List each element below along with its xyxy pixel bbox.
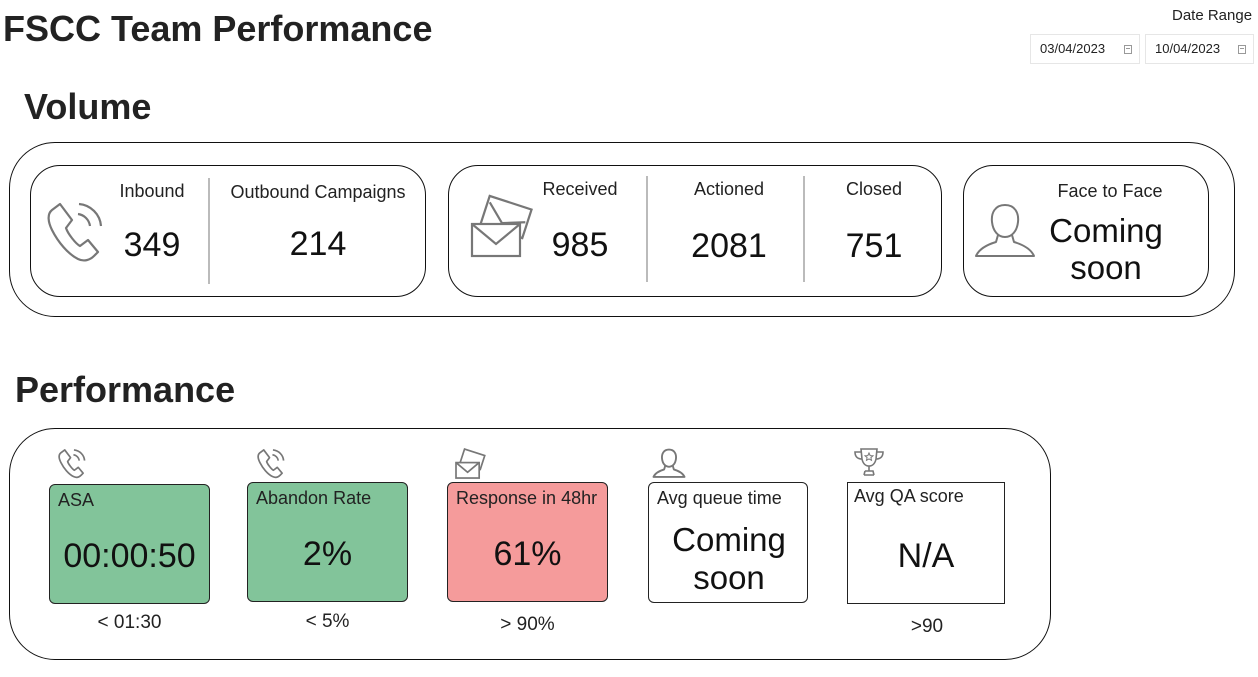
actioned-value: 2081 (691, 227, 767, 265)
status-line: Coming (672, 521, 786, 558)
qa-score-label: Avg QA score (854, 486, 964, 506)
envelope-icon (455, 447, 486, 479)
status-line: Coming (1049, 212, 1163, 249)
face-to-face-status: Coming soon (1030, 212, 1182, 286)
queue-time-status: Coming soon (649, 521, 809, 597)
abandon-rate-target: < 5% (305, 611, 350, 632)
date-range-label: Date Range (1172, 7, 1253, 24)
date-end-value: 10/04/2023 (1155, 41, 1221, 56)
closed-label: Closed (845, 179, 903, 199)
divider (803, 176, 805, 282)
asa-label: ASA (58, 490, 95, 510)
inbound-label: Inbound (119, 181, 185, 201)
phone-icon (257, 449, 285, 479)
qa-score-card: Avg QA score N/A (847, 482, 1005, 604)
response-target: > 90% (500, 614, 555, 635)
response-value: 61% (493, 535, 562, 573)
trophy-icon (854, 448, 884, 476)
abandon-rate-value: 2% (302, 535, 353, 573)
asa-value: 00:00:50 (63, 537, 196, 575)
performance-title: Performance (15, 369, 236, 410)
divider (646, 176, 648, 282)
status-line: soon (1070, 249, 1142, 286)
calendar-icon[interactable] (1124, 45, 1132, 54)
outbound-label: Outbound Campaigns (230, 182, 406, 202)
qa-score-value: N/A (897, 537, 955, 575)
received-value: 985 (551, 226, 609, 264)
date-start-value: 03/04/2023 (1040, 41, 1106, 56)
date-end-input[interactable]: 10/04/2023 (1145, 34, 1254, 64)
abandon-rate-card: Abandon Rate 2% (247, 482, 408, 602)
status-line: soon (693, 559, 765, 596)
calendar-icon[interactable] (1238, 45, 1246, 54)
outbound-value: 214 (289, 225, 347, 263)
phone-icon (58, 449, 86, 479)
divider (208, 178, 210, 284)
asa-target: < 01:30 (97, 612, 162, 633)
received-label: Received (542, 179, 618, 199)
inbound-value: 349 (123, 226, 181, 264)
page-title: FSCC Team Performance (3, 8, 433, 49)
closed-value: 751 (845, 227, 903, 265)
asa-card: ASA 00:00:50 (49, 484, 210, 604)
response-label: Response in 48hr (456, 488, 598, 508)
abandon-rate-label: Abandon Rate (256, 488, 372, 508)
person-icon (975, 203, 1035, 257)
person-icon (652, 448, 686, 478)
queue-time-card: Avg queue time Coming soon (648, 482, 808, 603)
volume-title: Volume (24, 86, 152, 127)
face-to-face-label: Face to Face (1057, 181, 1163, 201)
envelope-icon (470, 194, 533, 258)
date-start-input[interactable]: 03/04/2023 (1030, 34, 1140, 64)
actioned-label: Actioned (693, 179, 765, 199)
response-card: Response in 48hr 61% (447, 482, 608, 602)
queue-time-label: Avg queue time (657, 488, 782, 508)
qa-score-target: >90 (910, 616, 944, 637)
phone-icon (47, 202, 103, 262)
